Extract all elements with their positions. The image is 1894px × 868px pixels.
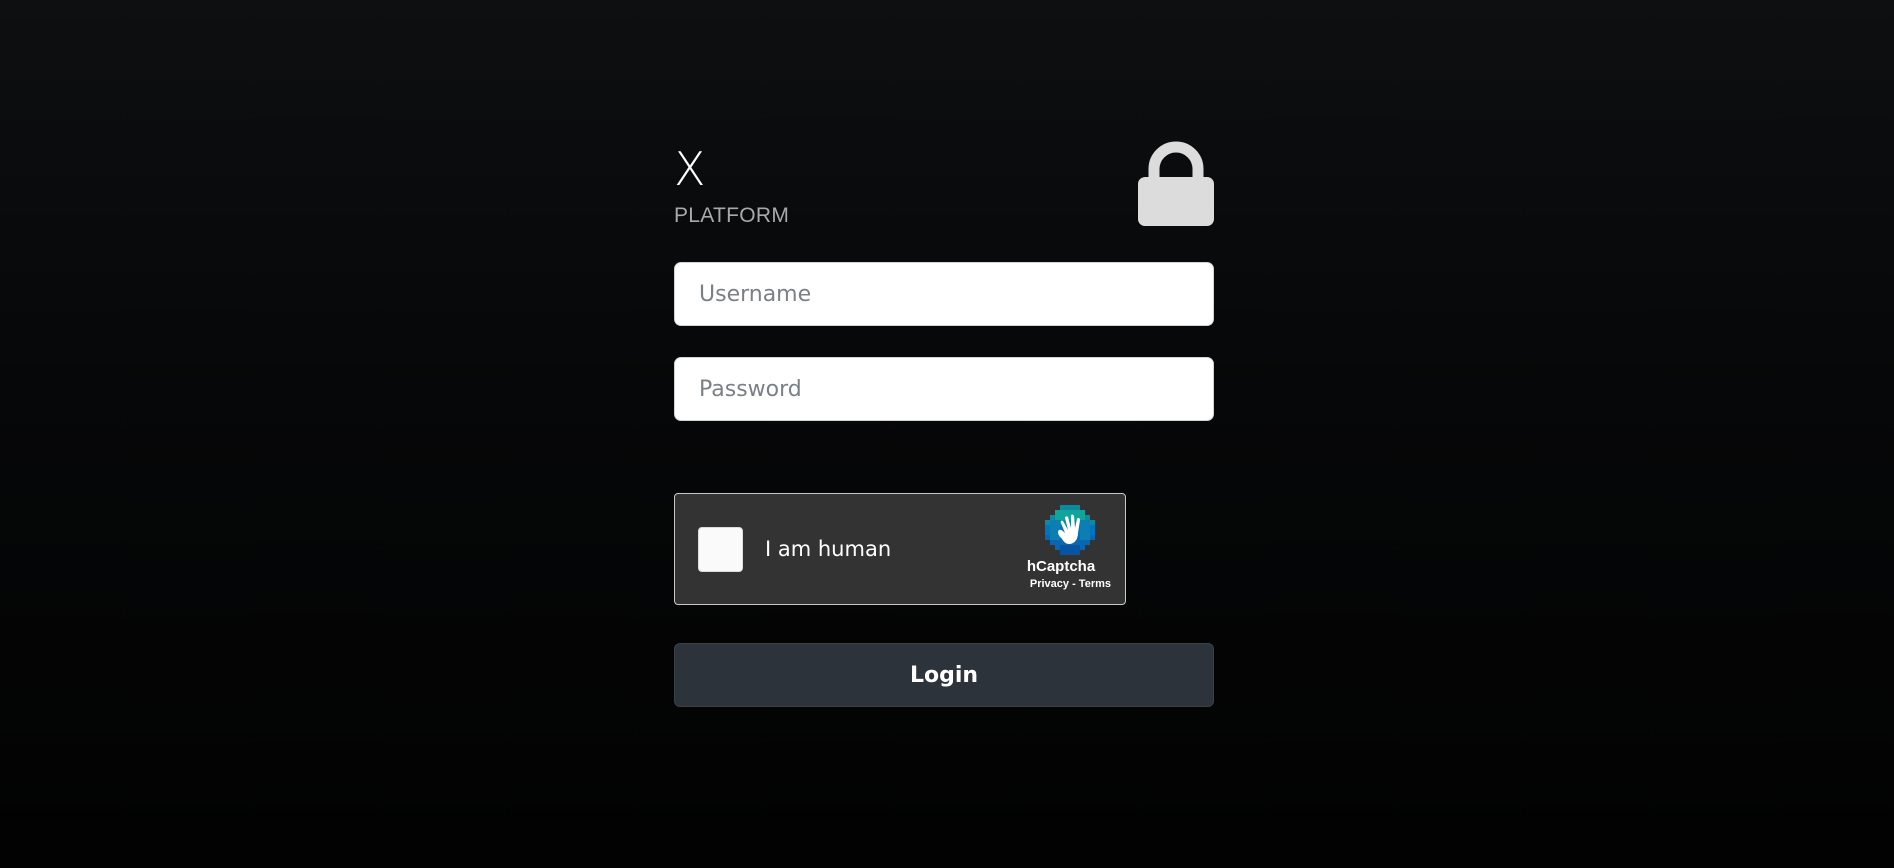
hcaptcha-brand-text: hCaptcha [1026,558,1096,575]
login-card: X PLATFORM I am human [674,138,1214,707]
hcaptcha-logo-icon [1045,505,1095,555]
captcha-links: Privacy - Terms [1030,578,1111,590]
hcaptcha-brand-label: hCaptcha [675,558,1115,575]
terms-link[interactable]: Terms [1079,578,1111,590]
password-input[interactable] [674,357,1214,421]
login-header: X PLATFORM [674,138,1214,262]
privacy-link[interactable]: Privacy [1030,578,1069,590]
brand-logo-text: X [674,142,706,196]
username-input[interactable] [674,262,1214,326]
brand-subtitle: PLATFORM [674,204,790,227]
lock-icon [1138,141,1214,226]
captcha-link-separator: - [1069,578,1079,590]
login-button[interactable]: Login [674,643,1214,707]
hcaptcha-widget: I am human hCaptcha Privacy - Terms [674,493,1126,605]
